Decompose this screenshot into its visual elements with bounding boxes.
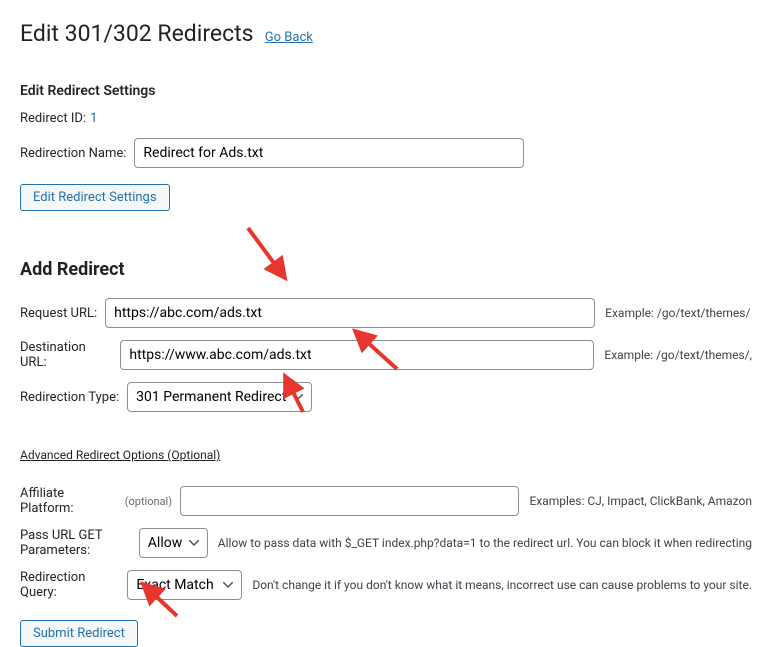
pass-get-label: Pass URL GET Parameters: xyxy=(20,528,131,558)
request-url-label: Request URL: xyxy=(20,306,97,321)
pass-get-select[interactable]: Allow xyxy=(139,528,208,558)
redirection-name-input[interactable] xyxy=(134,138,524,168)
affiliate-platform-input[interactable] xyxy=(180,486,519,516)
advanced-options-link[interactable]: Advanced Redirect Options (Optional) xyxy=(20,448,220,462)
query-hint: Don't change it if you don't know what i… xyxy=(252,578,752,592)
destination-url-label: Destination URL: xyxy=(20,340,112,370)
submit-redirect-button[interactable]: Submit Redirect xyxy=(20,620,138,647)
redirect-id-value: 1 xyxy=(90,111,97,126)
redirection-name-label: Redirection Name: xyxy=(20,146,126,161)
request-url-input[interactable] xyxy=(105,298,595,328)
edit-settings-heading: Edit Redirect Settings xyxy=(20,83,752,99)
affiliate-hint: Examples: CJ, Impact, ClickBank, Amazon xyxy=(529,494,752,508)
pass-get-hint: Allow to pass data with $_GET index.php?… xyxy=(218,536,752,550)
affiliate-optional-text: (optional) xyxy=(125,495,172,508)
add-redirect-heading: Add Redirect xyxy=(20,259,752,280)
redirection-type-select[interactable]: 301 Permanent Redirect xyxy=(127,382,312,412)
affiliate-platform-label: Affiliate Platform: xyxy=(20,486,121,516)
destination-url-input[interactable] xyxy=(120,340,594,370)
redirection-query-label: Redirection Query: xyxy=(20,570,119,600)
redirection-query-select[interactable]: Exact Match xyxy=(127,570,242,600)
edit-redirect-settings-button[interactable]: Edit Redirect Settings xyxy=(20,184,170,211)
page-title: Edit 301/302 Redirects xyxy=(20,20,254,47)
redirection-type-label: Redirection Type: xyxy=(20,390,119,405)
arrow-annotation xyxy=(240,220,300,294)
redirect-id-label: Redirect ID: xyxy=(20,111,86,126)
request-url-hint: Example: /go/text/themes/ xyxy=(605,306,750,320)
go-back-link[interactable]: Go Back xyxy=(265,30,313,45)
destination-url-hint: Example: /go/text/themes/, xyxy=(604,348,752,362)
